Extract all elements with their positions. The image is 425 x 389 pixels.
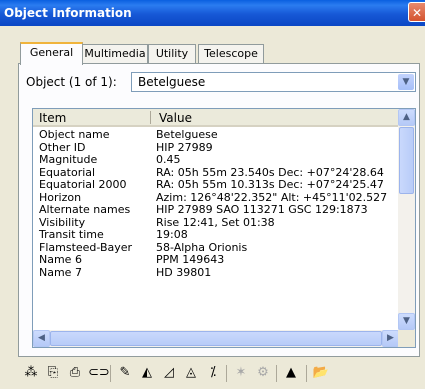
table-row[interactable]: Equatorial 2000 RA: 05h 55m 10.313s Dec: … [39,178,399,192]
toolbar-separator [306,365,307,382]
stars-icon[interactable]: ⁂ [22,364,40,382]
row-item: Object name [39,128,110,141]
scrollbar-corner [398,330,415,347]
table-row[interactable]: Alternate names HIP 27989 SAO 113271 GSC … [39,203,399,217]
vertical-scrollbar[interactable]: ▲ ▼ [398,109,415,330]
row-value: HIP 27989 SAO 113271 GSC 129:1873 [156,203,368,216]
row-value: RA: 05h 55m 10.313s Dec: +07°24'25.47 [156,178,384,191]
scroll-down-button[interactable]: ▼ [398,313,415,330]
row-value: 19:08 [156,228,188,241]
row-value: Betelguese [156,128,218,141]
tab-telescope[interactable]: Telescope [198,44,264,63]
scroll-up-button[interactable]: ▲ [398,109,415,126]
chevron-down-icon[interactable]: ▼ [398,74,414,90]
row-value: 0.45 [156,153,181,166]
row-value: PPM 149643 [156,253,225,266]
title-bar: Object Information ✕ [0,0,425,26]
toolbar-separator [276,365,277,382]
copy-icon[interactable]: ⎘ [44,364,62,382]
row-item: Name 7 [39,265,82,279]
toolbar-separator [110,365,111,382]
column-header-item[interactable]: Item [39,111,66,125]
table-row[interactable]: Magnitude 0.45 [39,153,399,167]
row-item: Name 6 [39,253,82,266]
vertical-scroll-thumb[interactable] [399,127,414,194]
close-icon: ✕ [411,6,423,20]
tab-bar: General Multimedia Utility Telescope [20,42,420,65]
column-divider[interactable] [150,111,151,124]
row-item: Alternate names [39,203,131,216]
row-value: HD 39801 [156,265,212,279]
horizontal-scroll-thumb[interactable] [50,331,382,346]
row-item: Magnitude [39,153,98,166]
tab-utility[interactable]: Utility [148,44,196,63]
table-row[interactable]: Name 6 PPM 149643 [39,253,399,267]
bottom-toolbar: ⁂ ⎘ ⎙ ⊂⊃ ✎ ◭ ◿ ◬ ⁒ ✶ ⚙ ▲ 📂 [22,362,422,386]
list-rows: Object name Betelguese Other ID HIP 27989 Ma… [39,128,399,280]
row-item: Transit time [39,228,104,241]
chart-icon-2[interactable]: ◭ [138,364,156,382]
up-arrow-icon[interactable]: ▲ [282,364,300,382]
print-icon[interactable]: ⎙ [66,364,84,382]
tab-general[interactable]: General [20,42,83,65]
tab-multimedia[interactable]: Multimedia [82,44,148,63]
toolbar-separator [226,365,227,382]
table-row[interactable]: Object name Betelguese [39,128,399,142]
row-item: Equatorial 2000 [39,178,127,191]
table-row[interactable]: Name 7 HD 39801 [39,265,399,280]
list-header: Item Value [33,109,399,127]
window-title: Object Information [4,6,132,20]
scroll-left-button[interactable]: ◀ [33,330,50,347]
scroll-right-button[interactable]: ▶ [382,330,399,347]
chart-icon-3[interactable]: ◿ [160,364,178,382]
object-label: Object (1 of 1): [26,75,117,89]
folder-open-icon[interactable]: 📂 [312,364,330,382]
close-button[interactable]: ✕ [408,2,425,22]
settings-icon[interactable]: ⚙ [254,364,272,382]
info-list[interactable]: Item Value Object name Betelguese Other ID… [32,108,416,348]
telescope-icon[interactable]: ✶ [232,364,250,382]
link-icon[interactable]: ⊂⊃ [88,364,110,382]
object-select-value: Betelguese [138,75,206,89]
chart-icon-1[interactable]: ✎ [116,364,134,382]
horizontal-scrollbar[interactable]: ◀ ▶ [33,330,399,347]
chart-icon-4[interactable]: ◬ [182,364,200,382]
table-row[interactable]: Transit time 19:08 [39,228,399,242]
object-select[interactable]: Betelguese ▼ [131,72,416,92]
chart-icon-5[interactable]: ⁒ [204,364,222,382]
column-header-value[interactable]: Value [159,111,192,125]
